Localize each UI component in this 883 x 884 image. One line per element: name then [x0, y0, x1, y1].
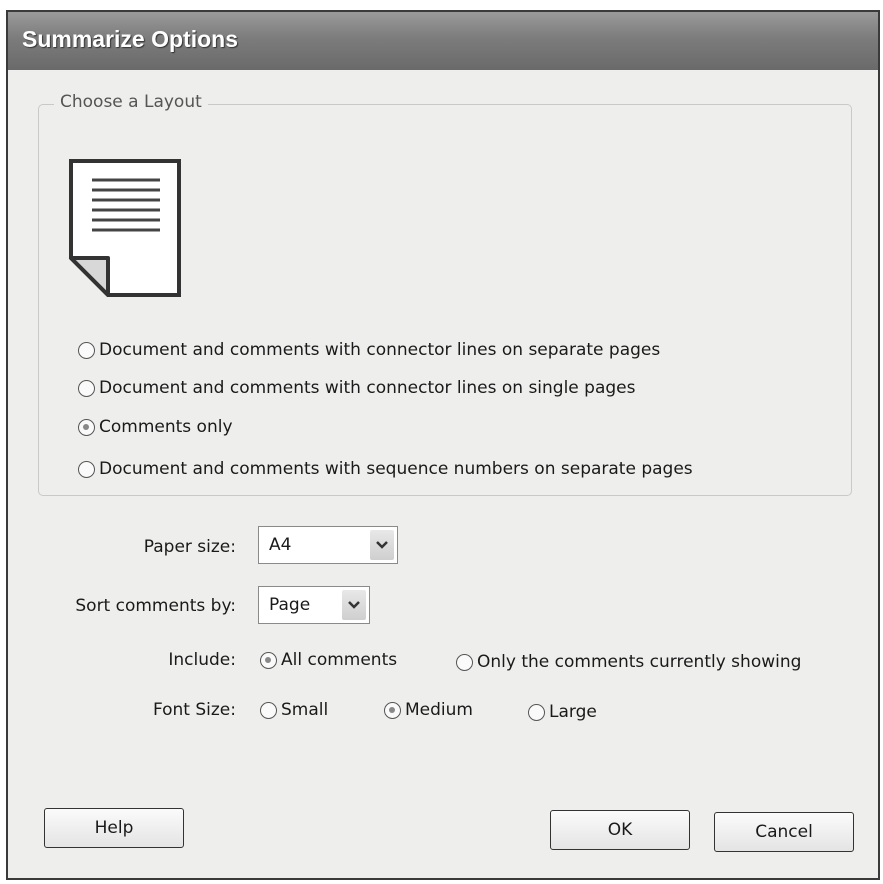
- document-page-icon: [69, 159, 181, 297]
- paper-size-label: Paper size:: [143, 537, 236, 557]
- paper-size-value: A4: [269, 535, 292, 555]
- layout-option-label: Document and comments with connector lin…: [99, 378, 636, 398]
- radio-button[interactable]: [78, 379, 95, 397]
- layout-option-label: Document and comments with connector lin…: [99, 340, 661, 360]
- sort-comments-value: Page: [269, 595, 311, 615]
- layout-option-separate-pages[interactable]: Document and comments with connector lin…: [78, 340, 660, 360]
- ok-button[interactable]: OK: [550, 810, 690, 850]
- include-option-label: All comments: [281, 650, 398, 670]
- font-size-option-label: Large: [549, 702, 597, 722]
- radio-button-selected[interactable]: [260, 651, 277, 669]
- include-label: Include:: [168, 650, 236, 670]
- font-size-option-small[interactable]: Small: [260, 700, 328, 720]
- layout-option-label: Comments only: [99, 417, 233, 437]
- radio-button[interactable]: [260, 701, 277, 719]
- radio-button-selected[interactable]: [78, 418, 95, 436]
- chevron-down-icon[interactable]: [342, 590, 366, 620]
- include-option-currently-showing[interactable]: Only the comments currently showing: [456, 652, 801, 672]
- sort-comments-label: Sort comments by:: [75, 596, 236, 616]
- radio-button[interactable]: [78, 341, 95, 359]
- sort-comments-select[interactable]: Page: [258, 586, 370, 624]
- paper-size-select[interactable]: A4: [258, 526, 398, 564]
- chevron-down-icon[interactable]: [370, 530, 394, 560]
- dialog-title: Summarize Options: [22, 26, 238, 52]
- font-size-label: Font Size:: [152, 700, 236, 720]
- radio-button[interactable]: [78, 460, 95, 478]
- layout-option-single-pages[interactable]: Document and comments with connector lin…: [78, 378, 636, 398]
- font-size-option-large[interactable]: Large: [528, 702, 597, 722]
- include-option-all-comments[interactable]: All comments: [260, 650, 397, 670]
- include-option-label: Only the comments currently showing: [477, 652, 802, 672]
- cancel-button[interactable]: Cancel: [714, 812, 854, 852]
- radio-button[interactable]: [528, 703, 545, 721]
- font-size-option-label: Small: [281, 700, 329, 720]
- help-button[interactable]: Help: [44, 808, 184, 848]
- layout-group-legend: Choose a Layout: [54, 92, 208, 112]
- font-size-option-label: Medium: [405, 700, 473, 720]
- radio-button[interactable]: [456, 653, 473, 671]
- title-bar[interactable]: Summarize Options: [8, 12, 878, 70]
- layout-option-label: Document and comments with sequence numb…: [99, 459, 693, 479]
- layout-option-sequence-numbers[interactable]: Document and comments with sequence numb…: [78, 459, 693, 479]
- font-size-option-medium[interactable]: Medium: [384, 700, 473, 720]
- radio-button-selected[interactable]: [384, 701, 401, 719]
- layout-option-comments-only[interactable]: Comments only: [78, 417, 233, 437]
